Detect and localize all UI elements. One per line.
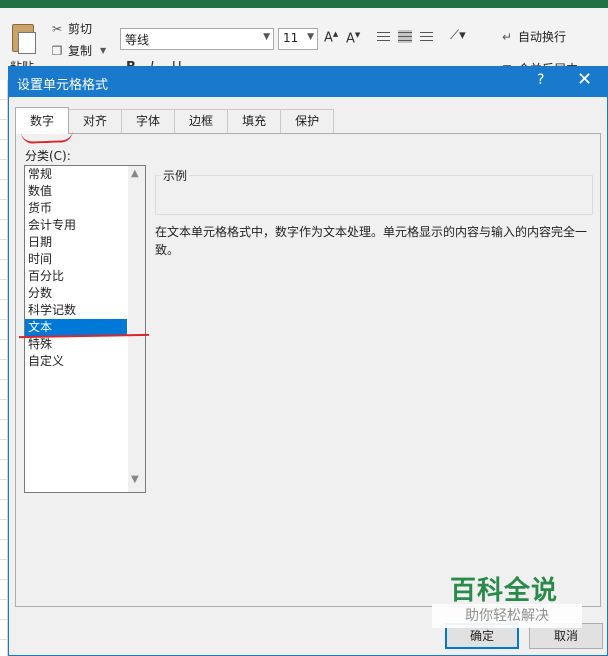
category-scrollbar[interactable]: ▲ ▼: [128, 166, 145, 492]
category-item[interactable]: 常规: [25, 166, 127, 183]
watermark-title: 百科全说: [450, 576, 559, 606]
chevron-down-icon: ▼: [99, 45, 107, 55]
cut-label: 剪切: [68, 22, 93, 36]
paper-icon: [18, 32, 36, 54]
category-item[interactable]: 百分比: [25, 268, 127, 285]
chevron-down-icon: ▼: [307, 32, 314, 42]
category-item[interactable]: 数值: [25, 183, 127, 200]
font-size-select[interactable]: 11 ▼: [278, 28, 318, 50]
category-item[interactable]: 自定义: [25, 353, 127, 370]
vertical-align-group: [374, 26, 436, 48]
category-item[interactable]: 分数: [25, 285, 127, 302]
help-icon[interactable]: ?: [537, 72, 544, 88]
scissors-icon: ✂: [51, 21, 63, 36]
copy-button[interactable]: ❐ 复制 ▼: [50, 42, 110, 59]
category-item[interactable]: 科学记数: [25, 302, 127, 319]
category-description: 在文本单元格格式中，数字作为文本处理。单元格显示的内容与输入的内容完全一致。: [155, 225, 588, 257]
chevron-down-icon: ▼: [263, 32, 270, 42]
tab-font[interactable]: 字体: [121, 109, 176, 133]
align-bottom-icon[interactable]: [419, 30, 433, 43]
font-size-value: 11: [283, 31, 299, 45]
font-name-select[interactable]: 等线 ▼: [120, 28, 274, 50]
increase-font-icon[interactable]: A▲: [324, 30, 338, 45]
category-item[interactable]: 日期: [25, 234, 127, 251]
copy-label: 复制: [68, 44, 93, 58]
watermark: 百科全说 助你轻松解决: [432, 566, 582, 632]
sheet-grid-strip: [0, 80, 8, 656]
tab-alignment[interactable]: 对齐: [68, 109, 123, 133]
category-listbox[interactable]: 常规 数值 货币 会计专用 日期 时间 百分比 分数 科学记数 文本 特殊 自定…: [24, 165, 146, 493]
category-item[interactable]: 时间: [25, 251, 127, 268]
orientation-icon[interactable]: ⟋▾: [450, 28, 466, 43]
watermark-subtitle: 助你轻松解决: [432, 604, 582, 628]
wrap-text-icon: ↵: [501, 29, 513, 44]
align-top-icon[interactable]: [377, 30, 391, 43]
scroll-up-icon[interactable]: ▲: [131, 168, 139, 179]
cut-button[interactable]: ✂ 剪切: [50, 20, 92, 37]
category-item-selected[interactable]: 文本: [25, 319, 127, 336]
category-item[interactable]: 货币: [25, 200, 127, 217]
category-item[interactable]: 会计专用: [25, 217, 127, 234]
wrap-text-label: 自动换行: [518, 30, 567, 44]
dialog-title: 设置单元格格式: [17, 78, 109, 93]
sample-group-box: [155, 175, 593, 215]
category-label: 分类(C):: [25, 149, 71, 163]
font-name-value: 等线: [125, 33, 150, 47]
align-middle-icon[interactable]: [398, 30, 412, 43]
copy-icon: ❐: [51, 43, 63, 58]
tab-fill[interactable]: 填充: [227, 109, 282, 133]
decrease-font-icon[interactable]: A▼: [346, 31, 360, 46]
tab-border[interactable]: 边框: [174, 109, 229, 133]
tab-strip: 数字 对齐 字体 边框 填充 保护: [15, 107, 335, 134]
scroll-down-icon[interactable]: ▼: [131, 474, 139, 485]
dialog-titlebar[interactable]: 设置单元格格式 ? ✕: [9, 67, 607, 97]
sample-label: 示例: [161, 167, 190, 184]
wrap-text-button[interactable]: ↵ 自动换行: [500, 28, 566, 45]
close-icon[interactable]: ✕: [577, 69, 592, 90]
tab-protection[interactable]: 保护: [280, 109, 335, 133]
